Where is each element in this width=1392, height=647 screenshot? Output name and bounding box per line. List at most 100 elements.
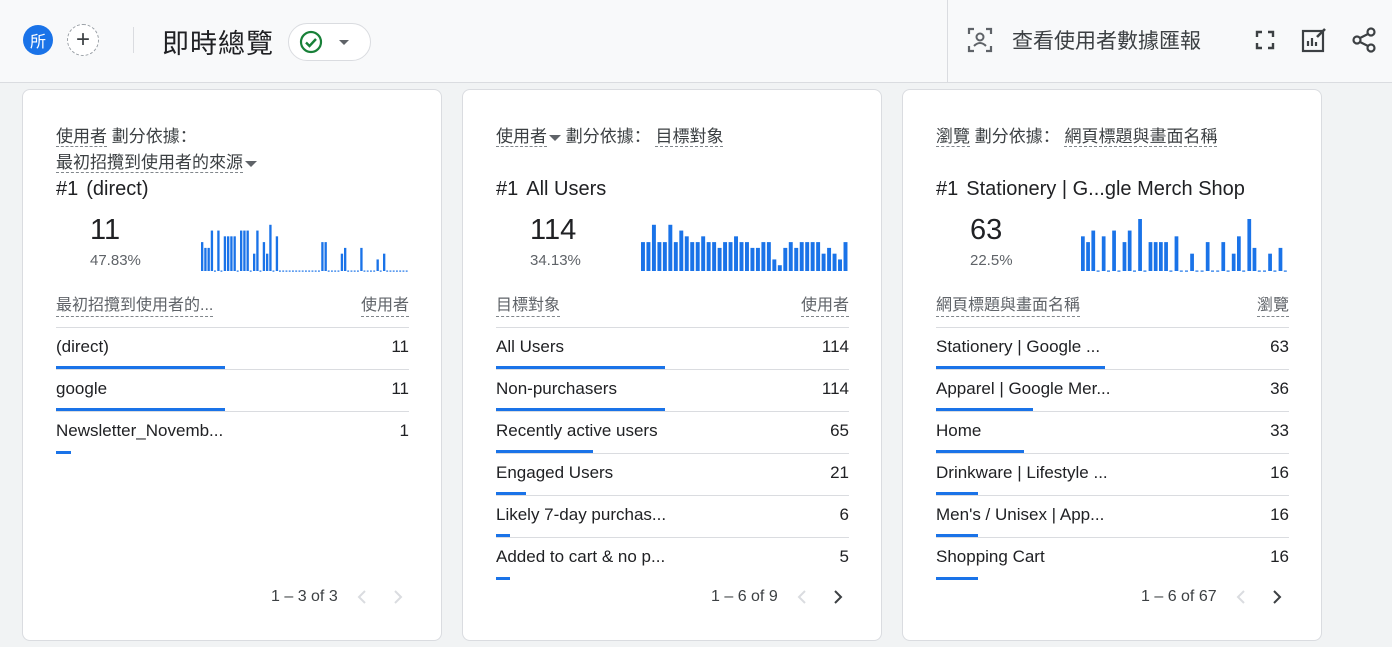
prev-page-button[interactable]: [350, 585, 374, 609]
status-dropdown[interactable]: [288, 23, 371, 61]
add-comparison-button[interactable]: +: [67, 24, 99, 56]
pagination-label: 1 – 6 of 9: [711, 588, 778, 605]
dimension-label[interactable]: 網頁標題與畫面名稱: [1064, 127, 1218, 147]
person-frame-icon: [967, 27, 993, 53]
row-value: 21: [830, 462, 849, 482]
column-header-metric[interactable]: 使用者: [360, 296, 409, 317]
dropdown-arrow-icon[interactable]: [549, 134, 561, 141]
row-share-bar: [936, 534, 979, 537]
sparkline-bar: [227, 236, 230, 271]
table-row[interactable]: Apparel | Google Mer... 36: [936, 370, 1289, 412]
rank-label: #1: [56, 178, 79, 200]
row-label: Likely 7-day purchas...: [496, 504, 667, 524]
card-header: 使用者 劃分依據： 目標對象: [496, 124, 856, 150]
sparkline-bar: [256, 230, 259, 271]
sparkline-bar: [838, 259, 842, 271]
sparkline-bar: [262, 242, 266, 271]
sparkline-baseline-dash: [1226, 270, 1230, 272]
table-row[interactable]: Shopping Cart 16: [936, 538, 1289, 580]
table-header: 最初招攬到使用者的... 使用者: [56, 292, 409, 328]
sparkline-bar: [246, 230, 249, 271]
table-row[interactable]: Engaged Users 21: [496, 454, 849, 496]
sparkline-bar: [772, 259, 777, 271]
sparkline-bar: [684, 236, 689, 271]
metric-label[interactable]: 使用者: [56, 127, 107, 147]
sparkline-baseline-dash: [1185, 270, 1188, 272]
fullscreen-button[interactable]: [1250, 25, 1280, 55]
metric-dropdown[interactable]: 使用者: [496, 127, 547, 147]
column-header-dimension[interactable]: 最初招攬到使用者的...: [56, 296, 214, 317]
sparkline-bar: [728, 242, 733, 271]
sparkline-bar: [207, 247, 210, 271]
column-header-dimension[interactable]: 網頁標題與畫面名稱: [936, 296, 1081, 317]
sparkline-bar: [1252, 247, 1257, 271]
table-row[interactable]: Non-purchasers 114: [496, 370, 849, 412]
table-row[interactable]: google 11: [56, 370, 409, 412]
next-page-button[interactable]: [1265, 585, 1289, 609]
row-label: Non-purchasers: [496, 378, 617, 398]
row-label: Men's / Unisex | App...: [936, 504, 1105, 524]
sparkline-bar: [383, 253, 386, 271]
sparkline-baseline-dash: [1216, 270, 1220, 272]
row-value: 16: [1270, 504, 1289, 524]
sparkline-bar: [1138, 219, 1142, 271]
row-label: Stationery | Google ...: [936, 336, 1101, 356]
sparkline-baseline-dash: [1169, 270, 1173, 272]
next-page-button[interactable]: [826, 585, 850, 609]
sparkline-bar: [657, 242, 662, 271]
data-table: 最初招攬到使用者的... 使用者 (direct) 11 google 11 New…: [56, 292, 409, 454]
table-row[interactable]: Home 33: [936, 412, 1289, 454]
table-row[interactable]: Newsletter_Novemb... 1: [56, 412, 409, 454]
split-label: 劃分依據：: [111, 127, 197, 146]
table-row[interactable]: Added to cart & no p... 5: [496, 538, 849, 580]
customize-report-button[interactable]: [1299, 25, 1329, 55]
view-user-snapshot-button[interactable]: 查看使用者數據匯報: [966, 24, 1201, 56]
chevron-left-icon: [1236, 590, 1245, 604]
dropdown-arrow-icon[interactable]: [245, 160, 257, 167]
row-share-bar: [496, 450, 593, 453]
dimension-label[interactable]: 目標對象: [655, 127, 724, 147]
property-avatar[interactable]: 所: [23, 25, 53, 55]
sparkline-bar: [1112, 230, 1116, 271]
metric-label[interactable]: 瀏覽: [936, 127, 970, 147]
column-header-metric[interactable]: 瀏覽: [1256, 296, 1289, 317]
prev-page-button[interactable]: [1229, 585, 1253, 609]
sparkline-baseline-dash: [357, 270, 359, 272]
table-row[interactable]: (direct) 11: [56, 328, 409, 370]
share-button[interactable]: [1349, 25, 1379, 55]
table-row[interactable]: Drinkware | Lifestyle ... 16: [936, 454, 1289, 496]
sparkline-bar: [695, 242, 700, 271]
row-share-bar: [936, 492, 979, 495]
sparkline-baseline-dash: [259, 270, 262, 272]
row-share-bar: [936, 408, 1033, 411]
chevron-down-icon: [339, 39, 349, 45]
sparkline-baseline-dash: [279, 270, 281, 272]
sparkline-bar: [240, 230, 243, 271]
table-row[interactable]: Recently active users 65: [496, 412, 849, 454]
next-page-button[interactable]: [386, 585, 410, 609]
top-item-value: 11: [90, 214, 121, 246]
column-header-metric[interactable]: 使用者: [800, 296, 849, 317]
row-share-bar: [496, 577, 510, 580]
pagination: 1 – 6 of 67: [1141, 585, 1289, 609]
sparkline-bar: [690, 242, 695, 271]
row-share-bar: [496, 408, 666, 411]
sparkline-bar: [201, 242, 204, 271]
dimension-dropdown[interactable]: 最初招攬到使用者的來源: [56, 153, 243, 173]
sparkline-bar: [750, 247, 755, 271]
sparkline-bar: [673, 242, 678, 271]
table-row[interactable]: Stationery | Google ... 63: [936, 328, 1289, 370]
prev-page-button[interactable]: [790, 585, 814, 609]
sparkline-baseline-dash: [331, 270, 333, 272]
sparkline-baseline-dash: [370, 270, 372, 272]
chevron-right-icon: [1272, 590, 1282, 604]
table-row[interactable]: All Users 114: [496, 328, 849, 370]
sparkline-bar: [799, 242, 804, 271]
sparkline-bar: [230, 236, 233, 271]
table-row[interactable]: Likely 7-day purchas... 6: [496, 496, 849, 538]
sparkline-baseline-dash: [386, 270, 389, 272]
column-header-dimension[interactable]: 目標對象: [496, 296, 561, 317]
sparkline-bar: [243, 230, 246, 271]
table-row[interactable]: Men's / Unisex | App... 16: [936, 496, 1289, 538]
card-header: 瀏覽 劃分依據： 網頁標題與畫面名稱: [936, 124, 1296, 150]
